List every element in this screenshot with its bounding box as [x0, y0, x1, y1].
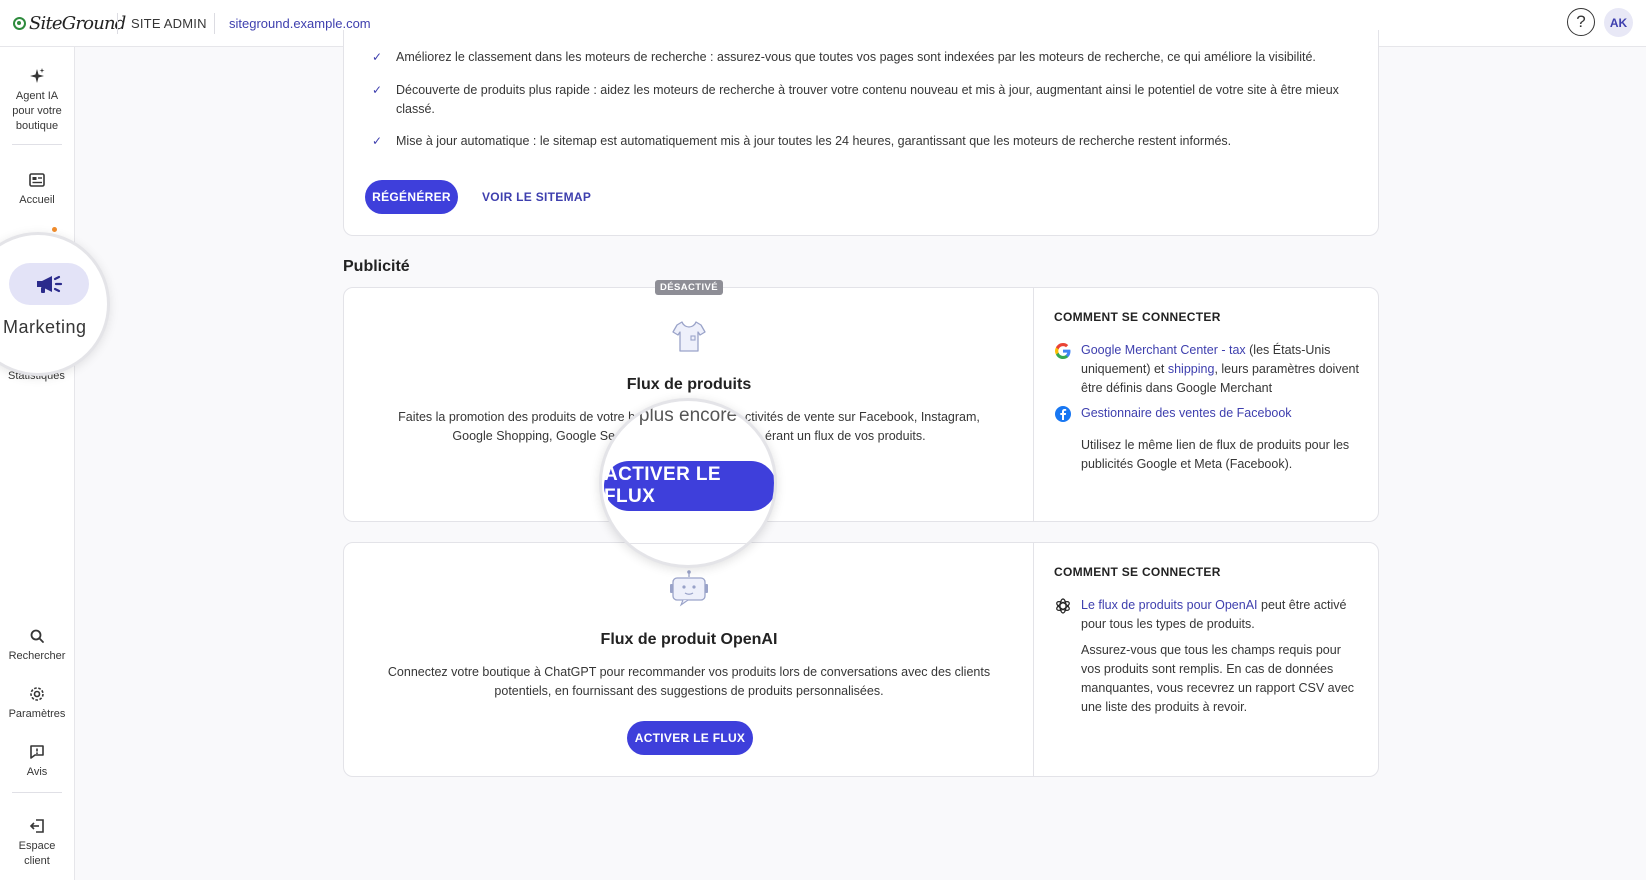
product-feed-card: Flux de produits Faites la promotion des… [343, 287, 1379, 522]
product-feed-title: Flux de produits [626, 376, 752, 393]
help-button[interactable]: ? [1567, 8, 1595, 36]
robot-icon [670, 570, 708, 607]
site-domain-link[interactable]: siteground.example.com [229, 16, 371, 31]
divider [214, 13, 215, 34]
openai-row: Le flux de produits pour OpenAI peut êtr… [1054, 596, 1359, 634]
openai-feed-title: Flux de produit OpenAI [600, 631, 778, 648]
facebook-commerce-link[interactable]: Gestionnaire des ventes de Facebook [1081, 406, 1292, 420]
magnifier-lens: plus encore ACTIVER LE FLUX [599, 398, 777, 568]
divider [117, 13, 118, 34]
sidebar-item-label: Paramètres [8, 708, 66, 720]
benefit-text: Améliorez le classement dans les moteurs… [396, 50, 1316, 64]
benefit-item: ✓ Mise à jour automatique : le sitemap e… [372, 132, 1231, 151]
howto-title: COMMENT SE CONNECTER [1054, 565, 1221, 579]
required-fields-note: Assurez-vous que tous les champs requis … [1054, 641, 1359, 717]
shipping-link[interactable]: shipping [1168, 362, 1215, 376]
openai-feed-card: Flux de produit OpenAI Connectez votre b… [343, 542, 1379, 777]
tshirt-icon [672, 321, 706, 352]
activate-product-feed-button[interactable]: ACTIVER LE FLUX [604, 461, 774, 511]
product-feed-howto: COMMENT SE CONNECTER Google Merchant Cen… [1054, 288, 1364, 521]
sidebar-item-ai-agent[interactable]: Agent IA pour votre boutique [0, 67, 74, 134]
sidebar-item-label: Avis [26, 766, 48, 778]
sidebar-item-label: Marketing [3, 317, 87, 337]
gear-icon [30, 687, 44, 701]
howto-text: Assurez-vous que tous les champs requis … [1081, 643, 1355, 714]
sidebar-item-label: Espace client [18, 840, 56, 867]
check-icon: ✓ [372, 83, 383, 97]
view-sitemap-link[interactable]: VOIR LE SITEMAP [482, 190, 591, 204]
google-merchant-row: Google Merchant Center - tax (les États-… [1054, 341, 1359, 398]
facebook-row: Gestionnaire des ventes de Facebook [1054, 404, 1359, 423]
openai-feed-main: Flux de produit OpenAI Connectez votre b… [344, 543, 1034, 776]
divider [602, 543, 774, 544]
site-admin-label: SITE ADMIN [131, 16, 207, 31]
sidebar-item-label: Accueil [19, 194, 55, 206]
check-icon: ✓ [372, 50, 383, 64]
user-avatar[interactable]: AK [1604, 8, 1633, 37]
exit-icon [29, 819, 44, 833]
benefit-item: ✓ Découverte de produits plus rapide : a… [372, 81, 1372, 119]
google-merchant-link[interactable]: Google Merchant Center - tax [1081, 343, 1246, 357]
howto-title: COMMENT SE CONNECTER [1054, 310, 1221, 324]
google-icon [1055, 343, 1071, 359]
benefit-text: Mise à jour automatique : le sitemap est… [396, 134, 1232, 148]
desc-segment: Google Shopping, Google Se [452, 429, 616, 443]
openai-icon [1056, 598, 1070, 614]
sidebar-item-home[interactable]: Accueil [0, 171, 74, 208]
openai-feed-description: Connectez votre boutique à ChatGPT pour … [387, 665, 991, 698]
sidebar-item-search[interactable]: Rechercher [0, 627, 74, 664]
notification-dot [52, 227, 57, 232]
megaphone-icon [37, 275, 63, 293]
sparkles-icon [30, 68, 45, 83]
divider [12, 792, 62, 793]
sitemap-card: ✓ Améliorez le classement dans les moteu… [343, 30, 1379, 236]
sidebar-item-client-area[interactable]: Espace client [0, 817, 74, 869]
siteground-logo[interactable]: SiteGround [13, 13, 126, 34]
activate-openai-feed-button[interactable]: ACTIVER LE FLUX [627, 721, 753, 755]
question-icon: ? [1576, 12, 1586, 31]
divider [12, 144, 62, 145]
sidebar-item-marketing[interactable] [9, 263, 89, 305]
openai-feed-link[interactable]: Le flux de produits pour OpenAI [1081, 598, 1258, 612]
howto-text: Utilisez le même lien de flux de produit… [1081, 438, 1350, 471]
magnifier-lens: Marketing [0, 232, 110, 376]
sidebar-item-feedback[interactable]: Avis [0, 743, 74, 780]
regenerate-button[interactable]: RÉGÉNÉRER [365, 180, 458, 214]
facebook-icon [1055, 406, 1071, 422]
desc-segment: ctivités de vente sur Facebook, Instagra… [745, 410, 980, 424]
disabled-badge: DÉSACTIVÉ [655, 280, 723, 295]
sidebar: Agent IA pour votre boutique Accueil Rec… [0, 47, 75, 880]
sidebar-item-label: Rechercher [8, 650, 66, 662]
magnified-text: plus encore [638, 405, 738, 426]
shared-link-note: Utilisez le même lien de flux de produit… [1054, 436, 1359, 474]
desc-segment: érant un flux de vos produits. [765, 429, 926, 443]
benefit-text: Découverte de produits plus rapide : aid… [396, 83, 1339, 116]
dashboard-icon [29, 173, 45, 187]
siteground-logo-icon [13, 17, 26, 30]
openai-feed-howto: COMMENT SE CONNECTER Le flux de produits… [1054, 543, 1364, 776]
section-title-advertising: Publicité [343, 258, 410, 275]
sidebar-item-label: Agent IA pour votre boutique [12, 90, 62, 132]
benefit-item: ✓ Améliorez le classement dans les moteu… [372, 48, 1316, 67]
sidebar-item-settings[interactable]: Paramètres [0, 685, 74, 722]
check-icon: ✓ [372, 134, 383, 148]
search-icon [30, 629, 44, 643]
desc-segment: Faites la promotion des produits de votr… [398, 410, 636, 424]
feedback-icon [30, 745, 44, 759]
logo-text: SiteGround [29, 13, 126, 34]
